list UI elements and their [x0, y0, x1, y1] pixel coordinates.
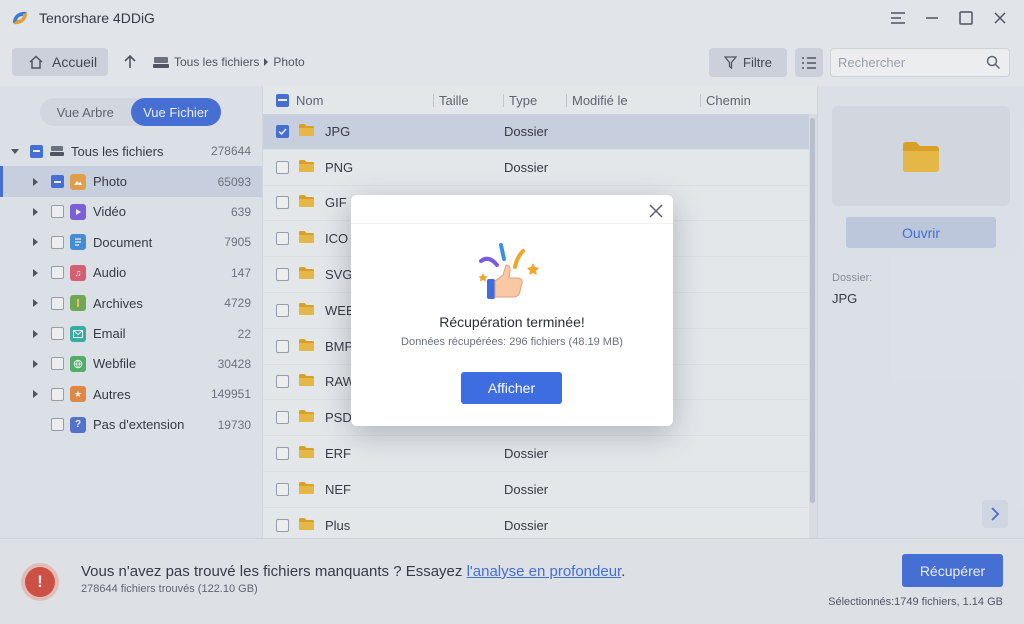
- close-icon[interactable]: [648, 203, 664, 219]
- recovery-complete-dialog: Récupération terminée! Données récupérée…: [351, 195, 673, 426]
- thumbs-up-icon: [478, 243, 539, 299]
- dialog-title: Récupération terminée!: [439, 314, 585, 330]
- dialog-subtitle: Données récupérées: 296 fichiers (48.19 …: [401, 336, 623, 348]
- view-button[interactable]: Afficher: [461, 372, 562, 404]
- dialog-divider: [351, 223, 673, 224]
